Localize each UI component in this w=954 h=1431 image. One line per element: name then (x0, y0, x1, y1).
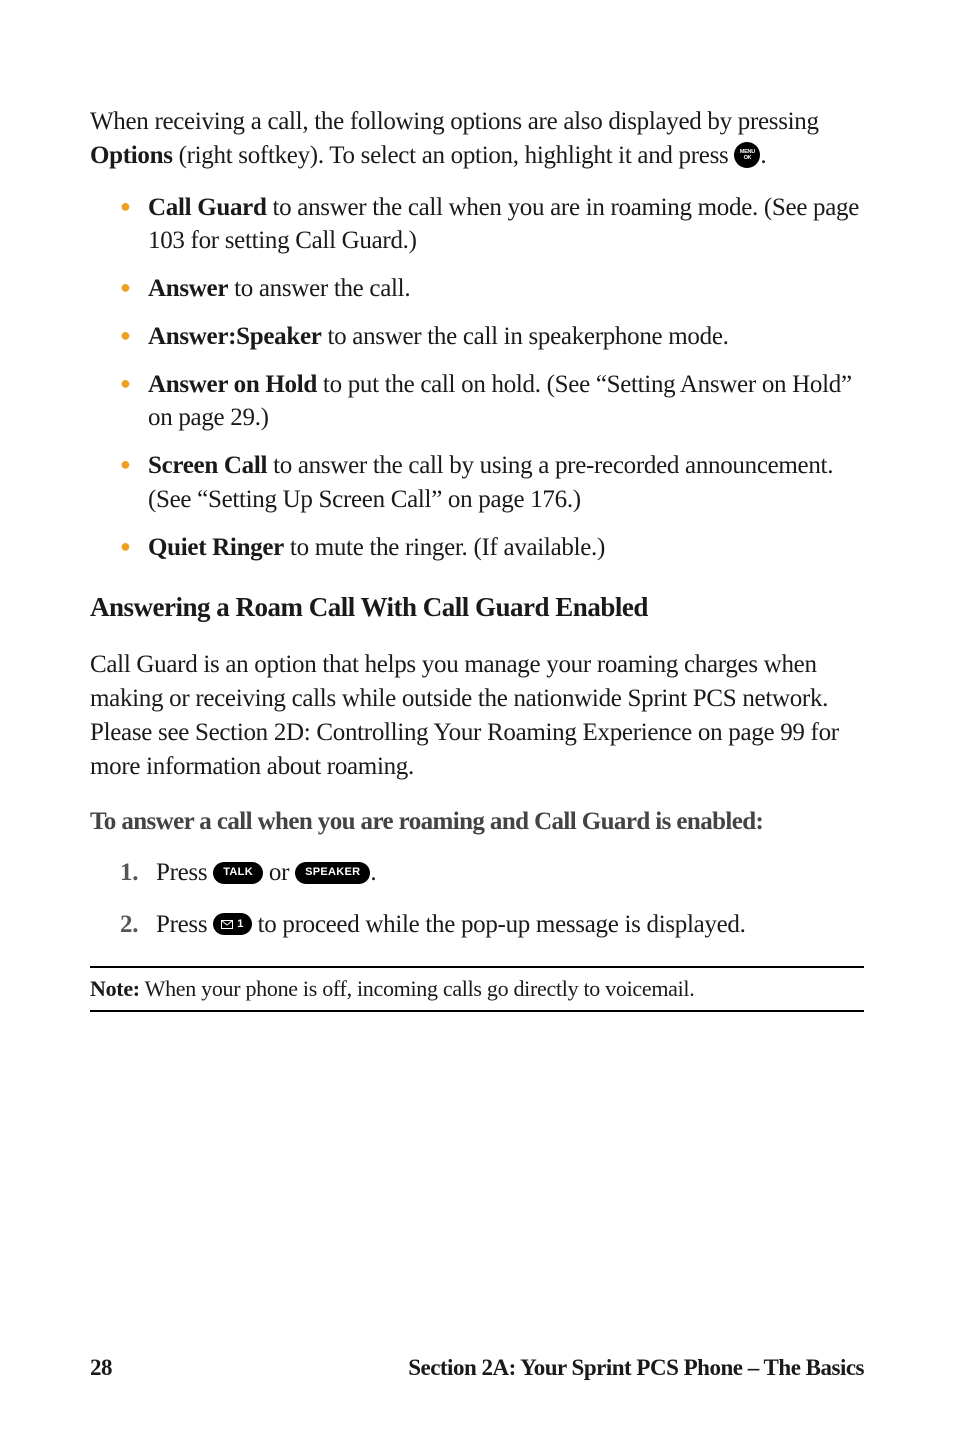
note-text: When your phone is off, incoming calls g… (140, 976, 695, 1001)
bullet-answer-speaker: Answer:Speaker to answer the call in spe… (120, 320, 864, 354)
bullet-quiet-ringer: Quiet Ringer to mute the ringer. (If ava… (120, 531, 864, 565)
bullet-answer: Answer to answer the call. (120, 272, 864, 306)
intro-paragraph: When receiving a call, the following opt… (90, 105, 864, 173)
steps-list: Press TALK or SPEAKER. Press 1 to procee… (90, 856, 864, 942)
bullet-label: Quiet Ringer (148, 534, 284, 561)
bullet-call-guard: Call Guard to answer the call when you a… (120, 191, 864, 259)
mail-1-button-icon: 1 (213, 913, 251, 935)
intro-options: Options (90, 142, 173, 169)
menu-ok-icon (734, 142, 760, 168)
subheading: Answering a Roam Call With Call Guard En… (90, 592, 864, 623)
options-list: Call Guard to answer the call when you a… (90, 191, 864, 565)
note-label: Note: (90, 976, 140, 1001)
step-text-pre: Press (156, 911, 213, 938)
bullet-text: to mute the ringer. (If available.) (284, 534, 605, 561)
bullet-answer-on-hold: Answer on Hold to put the call on hold. … (120, 368, 864, 436)
step-1: Press TALK or SPEAKER. (120, 856, 864, 890)
step-text-post: . (370, 859, 376, 886)
bullet-label: Answer:Speaker (148, 323, 322, 350)
bullet-label: Screen Call (148, 452, 267, 479)
talk-button-icon: TALK (213, 862, 263, 884)
page-footer: 28 Section 2A: Your Sprint PCS Phone – T… (90, 1355, 864, 1381)
intro-text-1: When receiving a call, the following opt… (90, 108, 819, 135)
bullet-screen-call: Screen Call to answer the call by using … (120, 449, 864, 517)
procedure-lead: To answer a call when you are roaming an… (90, 808, 864, 836)
intro-text-2: (right softkey). To select an option, hi… (173, 142, 735, 169)
section-title: Section 2A: Your Sprint PCS Phone – The … (408, 1355, 864, 1381)
speaker-button-icon: SPEAKER (295, 862, 370, 884)
page-number: 28 (90, 1355, 112, 1381)
bullet-text: to answer the call in speakerphone mode. (322, 323, 729, 350)
step-text-mid: or (263, 859, 295, 886)
intro-text-3: . (760, 142, 766, 169)
note-box: Note: When your phone is off, incoming c… (90, 966, 864, 1012)
step-text-pre: Press (156, 859, 213, 886)
mail-icon (221, 920, 233, 929)
bullet-label: Answer on Hold (148, 371, 317, 398)
button-one-label: 1 (237, 917, 243, 932)
bullet-label: Answer (148, 275, 228, 302)
step-2: Press 1 to proceed while the pop-up mess… (120, 908, 864, 942)
step-text-post: to proceed while the pop-up message is d… (252, 911, 746, 938)
bullet-text: to answer the call. (228, 275, 410, 302)
bullet-label: Call Guard (148, 194, 267, 221)
roam-paragraph: Call Guard is an option that helps you m… (90, 648, 864, 783)
